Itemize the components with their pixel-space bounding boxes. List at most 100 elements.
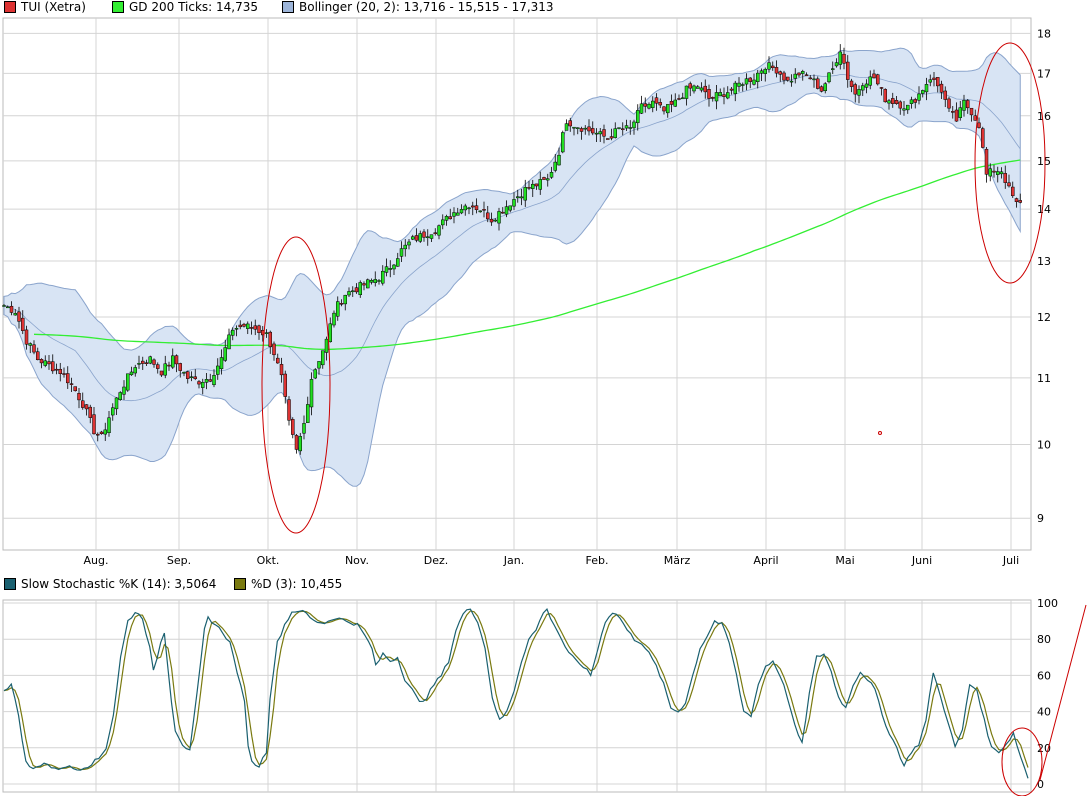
candle-body <box>28 343 32 346</box>
candle-body <box>66 373 70 384</box>
candle-body <box>456 212 460 216</box>
candle-body <box>879 87 884 89</box>
candle-body <box>996 171 1000 175</box>
candle-body <box>651 100 655 108</box>
candle-body <box>328 323 332 343</box>
candle-body <box>141 360 145 364</box>
candle-body <box>902 108 906 111</box>
candle-body <box>726 92 730 99</box>
candle-body <box>403 244 407 250</box>
candle-body <box>523 187 527 201</box>
candle-body <box>744 78 749 85</box>
candle-body <box>351 290 355 293</box>
price-y-tick-label: 10 <box>1037 439 1051 452</box>
candle-body <box>21 317 25 331</box>
candle-body <box>711 97 715 99</box>
candle-body <box>396 258 400 267</box>
candle-body <box>467 207 471 210</box>
candle-body <box>283 373 287 397</box>
candle-body <box>906 104 910 111</box>
candle-body <box>343 294 347 305</box>
candle-body <box>298 436 302 452</box>
candle-body <box>861 85 865 91</box>
candle-body <box>51 361 55 372</box>
price-x-tick-label: April <box>753 554 778 567</box>
candle-body <box>579 128 584 132</box>
candle-body <box>62 373 66 375</box>
candle-body <box>838 51 842 65</box>
candle <box>561 130 565 154</box>
candle-body <box>868 76 872 86</box>
candle-body <box>384 266 389 273</box>
candle-body <box>208 379 212 382</box>
candle <box>126 373 130 392</box>
candle-body <box>966 100 970 109</box>
candle-body <box>399 248 404 257</box>
candle-body <box>47 361 51 365</box>
candle-body <box>939 83 944 93</box>
candle-body <box>32 344 36 353</box>
candle-body <box>358 282 362 296</box>
candle-body <box>478 210 482 213</box>
candle-body <box>767 62 771 70</box>
candle-body <box>471 205 475 208</box>
candle-body <box>643 103 647 107</box>
candle-body <box>613 128 617 138</box>
candle-body <box>377 280 381 282</box>
candle-body <box>763 68 767 74</box>
candle-body <box>924 84 929 93</box>
candle-body <box>834 62 839 67</box>
candle-body <box>692 85 696 92</box>
candle-body <box>722 94 726 97</box>
candle-body <box>219 357 224 370</box>
candle-body <box>688 83 692 89</box>
candle-body <box>234 328 239 330</box>
candle-body <box>313 369 317 379</box>
candle-body <box>876 74 880 85</box>
candle-body <box>17 311 21 322</box>
candle-body <box>921 90 925 94</box>
candle-body <box>321 350 325 366</box>
candle <box>542 176 546 180</box>
candle-body <box>808 77 812 80</box>
candle-body <box>512 199 516 207</box>
candle-body <box>388 268 392 270</box>
stochastic-y-axis: 020406080100 <box>1037 597 1058 791</box>
candle-body <box>437 225 441 236</box>
candle-body <box>354 287 359 293</box>
candle-body <box>373 279 377 283</box>
candle-body <box>519 196 524 199</box>
candle-body <box>568 120 572 127</box>
candle-body <box>148 356 152 364</box>
candle-body <box>654 97 659 104</box>
stochastic-y-tick-label: 80 <box>1037 633 1051 646</box>
price-x-tick-label: Jan. <box>503 554 524 567</box>
candle-body <box>332 312 336 326</box>
candle-body <box>684 85 689 99</box>
candle-body <box>741 84 745 86</box>
candle-body <box>516 196 520 199</box>
candle-body <box>418 233 422 242</box>
candle-body <box>598 131 602 135</box>
candle-body <box>238 324 242 328</box>
price-y-tick-label: 15 <box>1037 155 1051 168</box>
candle-body <box>981 128 985 148</box>
candle-body <box>677 98 681 100</box>
candle-body <box>714 92 719 102</box>
candle-body <box>737 82 741 87</box>
candle-body <box>411 236 415 240</box>
candle-body <box>216 365 220 375</box>
candle-body <box>291 419 295 435</box>
candle-body <box>819 86 824 92</box>
candle-body <box>891 98 895 104</box>
candle <box>981 126 985 149</box>
candle-body <box>287 399 291 421</box>
candle-body <box>628 127 632 129</box>
candle-body <box>126 373 130 391</box>
candle-body <box>407 241 411 246</box>
candle-body <box>681 97 685 100</box>
candle-body <box>733 82 737 94</box>
candle-body <box>617 127 621 129</box>
candle-body <box>849 80 854 87</box>
candle-body <box>317 361 321 369</box>
